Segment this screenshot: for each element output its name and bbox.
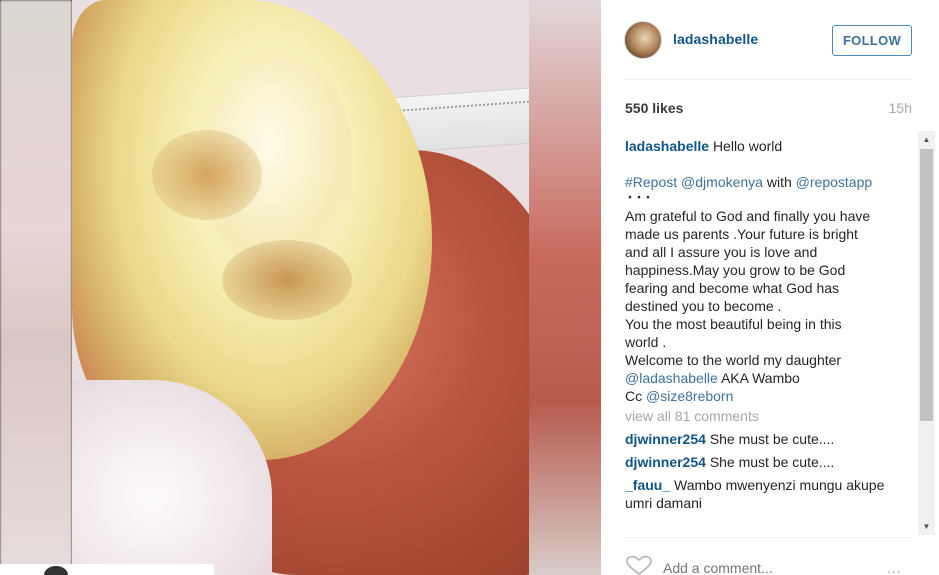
post-time[interactable]: 15h [889,100,912,116]
photo-stain [152,130,262,220]
comment-item: djwinner254 She must be cute.... [625,453,905,471]
post-header: ladashabelle FOLLOW [601,0,939,80]
repost-app-link[interactable]: @repostapp [796,174,872,190]
repost-user-link[interactable]: @djmokenya [681,174,763,190]
comments-scrollbar[interactable]: ▲ ▼ [918,131,935,535]
caption-username-link[interactable]: ladashabelle [625,138,709,154]
header-divider [624,79,912,80]
comment-item: _fauu_ Wambo mwenyenzi mungu akupe umri … [625,476,905,512]
comment-entries: djwinner254 She must be cute.... djwinner… [625,430,921,512]
caption-line: destined you to become . [625,298,782,314]
view-all-comments-link[interactable]: view all 81 comments [625,407,921,425]
comment-text: She must be cute.... [709,454,835,470]
post-side-panel: ladashabelle FOLLOW 550 likes 15h ladash… [601,0,939,575]
repost-line: #Repost @djmokenya with @repostapp [625,173,900,191]
scroll-up-arrow-icon[interactable]: ▲ [918,131,935,148]
caption: ladashabelle Hello world #Repost @djmoke… [625,137,900,405]
repost-hashtag-link[interactable]: #Repost [625,174,677,190]
caption-line: world . [625,334,667,350]
caption-line: fearing and become what God has [625,280,840,296]
likes-count[interactable]: 550 likes [625,100,683,116]
caption-line: and all I assure you is love and [625,244,818,260]
likes-row: 550 likes 15h [624,100,912,118]
caption-line: Welcome to the world my daughter [625,352,842,368]
comment-username-link[interactable]: djwinner254 [625,431,706,447]
post-photo[interactable] [72,0,529,575]
comment-text: She must be cute.... [709,431,835,447]
photo-blur-left [0,0,72,575]
caption-cc-mention-link[interactable]: @size8reborn [646,388,733,404]
heart-icon[interactable] [625,555,653,575]
follow-button[interactable]: FOLLOW [832,25,912,56]
photo-stain [222,240,352,320]
photo-blur-right [529,0,601,575]
footer-divider [624,537,912,538]
caption-body: Am grateful to God and finally you have m… [625,207,900,369]
more-options-icon[interactable]: ... [887,560,902,575]
caption-mention-rest: AKA Wambo [720,370,800,386]
comment-username-link[interactable]: djwinner254 [625,454,706,470]
caption-cc-prefix: Cc [625,388,643,404]
caption-mention-line: @ladashabelle AKA Wambo [625,369,900,387]
add-comment-input[interactable] [663,560,863,575]
caption-cc-line: Cc @size8reborn [625,387,900,405]
repost-with-text: with [766,174,792,190]
comment-item: djwinner254 She must be cute.... [625,430,905,448]
header-username-link[interactable]: ladashabelle [673,31,758,47]
bottom-thumbnail-bar [0,564,214,575]
scroll-down-arrow-icon[interactable]: ▼ [918,518,935,535]
caption-line: Am grateful to God and finally you have [625,208,871,224]
post-photo-pane[interactable] [0,0,601,575]
comment-username-link[interactable]: _fauu_ [625,477,670,493]
caption-ellipsis: ・・・ [625,193,653,204]
caption-first-line: ladashabelle Hello world [625,137,900,155]
comments-list[interactable]: ladashabelle Hello world #Repost @djmoke… [625,137,921,529]
caption-line: You the most beautiful being in this [625,316,842,332]
caption-mention-link[interactable]: @ladashabelle [625,370,718,386]
caption-line: happiness.May you grow to be God [625,262,846,278]
caption-text: Hello world [712,138,783,154]
avatar[interactable] [624,21,662,59]
scrollbar-thumb[interactable] [920,149,933,421]
caption-line: made us parents .Your future is bright [625,226,858,242]
